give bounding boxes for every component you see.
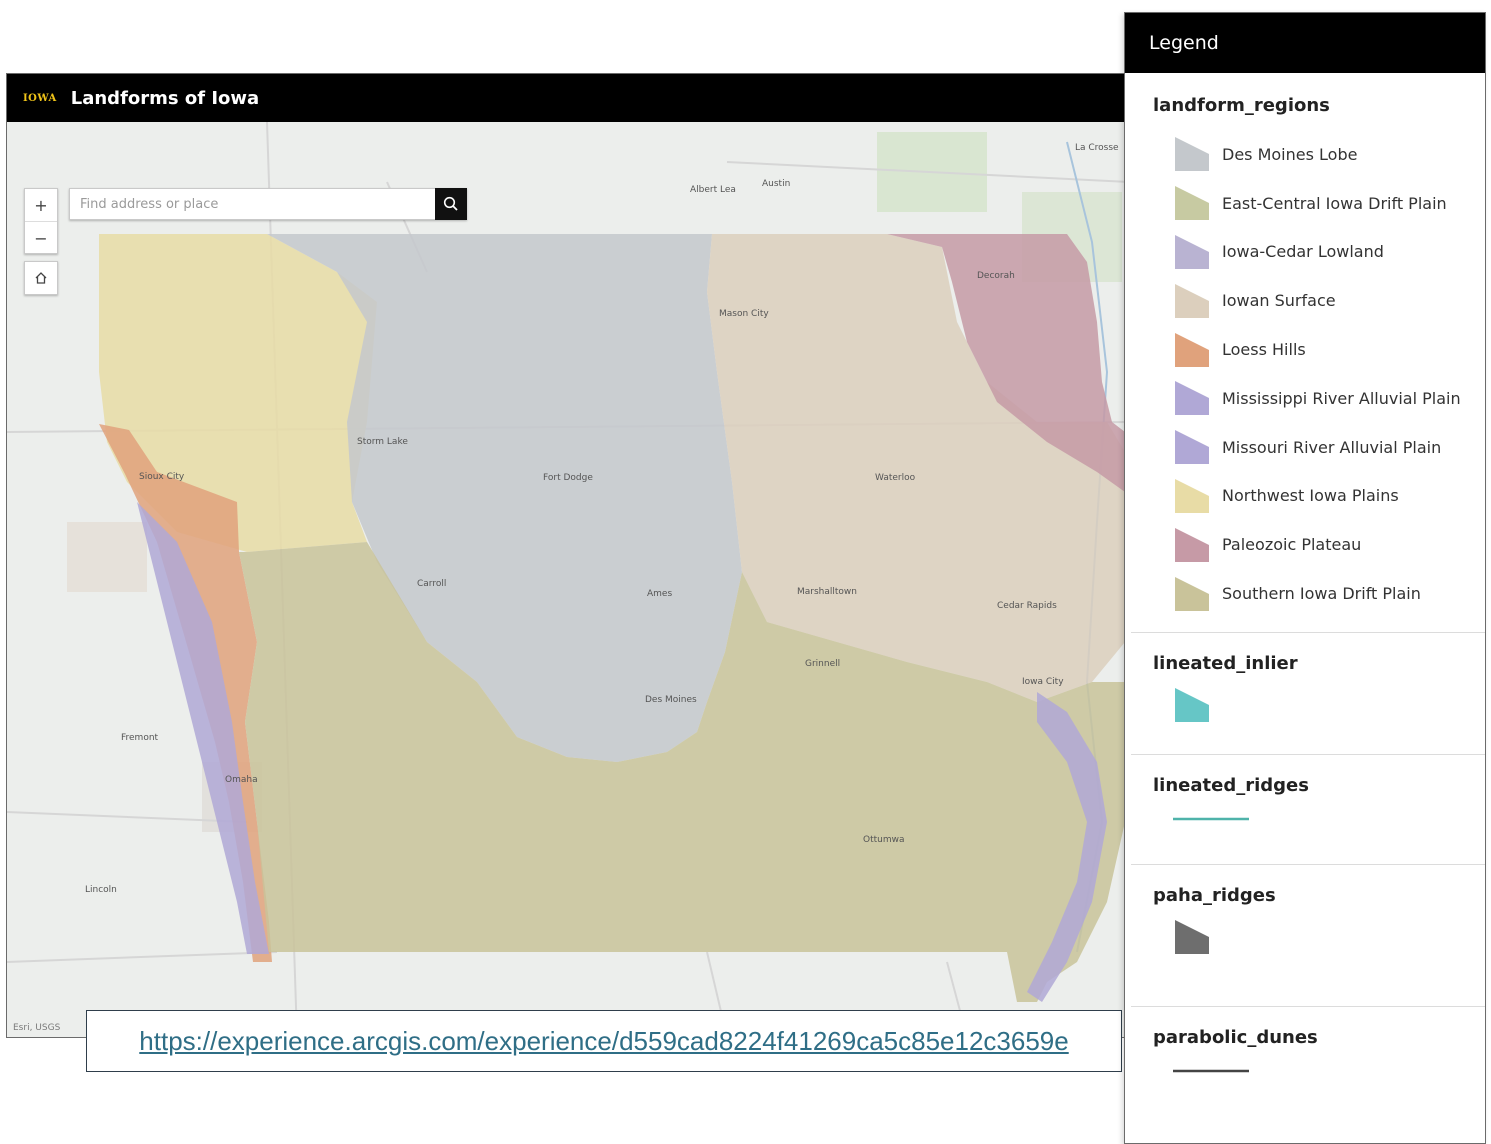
map-label: Waterloo: [875, 473, 916, 483]
legend-label: Des Moines Lobe: [1222, 144, 1358, 164]
map-label: Grinnell: [805, 659, 840, 669]
map-window: IOWA Landforms of Iowa La Crosse Albert …: [6, 73, 1130, 1038]
swatch-parabolic-dunes: [1173, 1069, 1249, 1073]
swatch-missouri-river-alluvial-plain: [1175, 430, 1209, 465]
map-canvas[interactable]: La Crosse Worthington Albert Lea Austin …: [7, 122, 1129, 1037]
swatch-shape: [1175, 919, 1209, 954]
swatch-shape: [1175, 527, 1209, 562]
zoom-out-button[interactable]: −: [25, 221, 57, 254]
swatch-shape: [1175, 430, 1209, 465]
legend-label: Loess Hills: [1222, 340, 1306, 360]
home-button[interactable]: [24, 261, 58, 295]
swatch-des-moines-lobe: [1175, 137, 1209, 172]
swatch-northwest-iowa-plains: [1175, 478, 1209, 513]
legend-panel: Legend landform_regions Des Moines Lobe …: [1124, 12, 1486, 1144]
app-header: IOWA Landforms of Iowa: [7, 74, 1129, 122]
swatch-shape: [1175, 234, 1209, 269]
map-label: Omaha: [225, 775, 258, 785]
swatch-shape: [1175, 283, 1209, 318]
legend-item: Des Moines Lobe: [1153, 130, 1485, 179]
layer-name: landform_regions: [1153, 95, 1330, 116]
legend-item: Southern Iowa Drift Plain: [1153, 569, 1485, 618]
legend-header: Legend: [1125, 13, 1485, 73]
swatch-loess-hills: [1175, 332, 1209, 367]
legend-item: Northwest Iowa Plains: [1153, 472, 1485, 521]
map-label: Marshalltown: [797, 587, 857, 597]
swatch-shape: [1175, 576, 1209, 611]
legend-item: Mississippi River Alluvial Plain: [1153, 374, 1485, 423]
legend-label: East-Central Iowa Drift Plain: [1222, 193, 1447, 213]
map-label: Ottumwa: [863, 835, 905, 845]
home-icon: [35, 272, 47, 284]
legend-title: Legend: [1149, 32, 1219, 54]
map-label: Cedar Rapids: [997, 601, 1057, 611]
map-attribution: Esri, USGS: [13, 1023, 61, 1033]
swatch-shape: [1175, 186, 1209, 221]
legend-layer-lineated-ridges: lineated_ridges: [1131, 753, 1485, 864]
map-label: Sioux City: [139, 472, 185, 482]
map-label: Ames: [647, 589, 672, 599]
legend-label: Southern Iowa Drift Plain: [1222, 584, 1421, 604]
swatch-shape: [1175, 687, 1209, 722]
search-input[interactable]: [69, 188, 435, 220]
map-label: La Crosse: [1075, 143, 1119, 153]
legend-item: East-Central Iowa Drift Plain: [1153, 179, 1485, 228]
swatch-shape: [1175, 478, 1209, 513]
swatch-paha-ridges: [1175, 919, 1209, 954]
swatch-lineated-ridges: [1173, 817, 1249, 821]
layer-name: lineated_ridges: [1153, 774, 1309, 796]
url-caption: https://experience.arcgis.com/experience…: [86, 1010, 1122, 1072]
legend-item: Iowan Surface: [1153, 276, 1485, 325]
app-title: Landforms of Iowa: [70, 87, 260, 109]
swatch-east-central-iowa-drift-plain: [1175, 186, 1209, 221]
map-label: Austin: [762, 179, 790, 189]
legend-item: Missouri River Alluvial Plain: [1153, 423, 1485, 472]
legend-label: Mississippi River Alluvial Plain: [1222, 388, 1461, 408]
swatch-southern-iowa-drift-plain: [1175, 576, 1209, 611]
layer-name: parabolic_dunes: [1153, 1026, 1318, 1048]
map-label: Lincoln: [85, 885, 117, 895]
zoom-controls: + −: [24, 188, 58, 254]
legend-label: Northwest Iowa Plains: [1222, 486, 1399, 506]
legend-item: Paleozoic Plateau: [1153, 520, 1485, 569]
map-label: Iowa City: [1022, 677, 1064, 687]
map-svg[interactable]: La Crosse Worthington Albert Lea Austin …: [7, 122, 1129, 1037]
legend-item: Iowa-Cedar Lowland: [1153, 228, 1485, 277]
map-label: Storm Lake: [357, 437, 408, 447]
legend-layer-paha-ridges: paha_ridges: [1131, 863, 1485, 1006]
legend-label: Iowa-Cedar Lowland: [1222, 242, 1384, 262]
map-label: Decorah: [977, 271, 1015, 281]
map-label: Mason City: [719, 309, 769, 319]
search-widget: [69, 188, 467, 220]
legend-item: Loess Hills: [1153, 325, 1485, 374]
swatch-mississippi-river-alluvial-plain: [1175, 381, 1209, 416]
swatch-shape: [1175, 381, 1209, 416]
legend-layer-lineated-inlier: lineated_inlier: [1131, 631, 1485, 754]
swatch-paleozoic-plateau: [1175, 527, 1209, 562]
iowa-logo: IOWA: [23, 92, 57, 104]
search-icon: [443, 196, 458, 211]
layer-name: lineated_inlier: [1153, 652, 1298, 674]
legend-layer-parabolic-dunes: parabolic_dunes: [1131, 1005, 1485, 1106]
map-label: Albert Lea: [690, 185, 736, 195]
swatch-iowa-cedar-lowland: [1175, 234, 1209, 269]
legend-label: Paleozoic Plateau: [1222, 535, 1362, 555]
legend-label: Missouri River Alluvial Plain: [1222, 437, 1442, 457]
swatch-lineated-inlier: [1175, 687, 1209, 722]
map-label: Carroll: [417, 579, 446, 589]
legend-label: Iowan Surface: [1222, 291, 1336, 311]
swatch-shape: [1175, 332, 1209, 367]
search-button[interactable]: [435, 188, 467, 220]
map-label: Fort Dodge: [543, 473, 593, 483]
swatch-iowan-surface: [1175, 283, 1209, 318]
layer-name: paha_ridges: [1153, 884, 1276, 906]
swatch-shape: [1175, 137, 1209, 172]
map-label: Fremont: [121, 733, 159, 743]
experience-url-link[interactable]: https://experience.arcgis.com/experience…: [139, 1026, 1068, 1057]
map-label: Des Moines: [645, 695, 697, 705]
zoom-in-button[interactable]: +: [25, 189, 57, 221]
legend-layer-landform-regions: landform_regions Des Moines Lobe East-Ce…: [1131, 73, 1485, 632]
